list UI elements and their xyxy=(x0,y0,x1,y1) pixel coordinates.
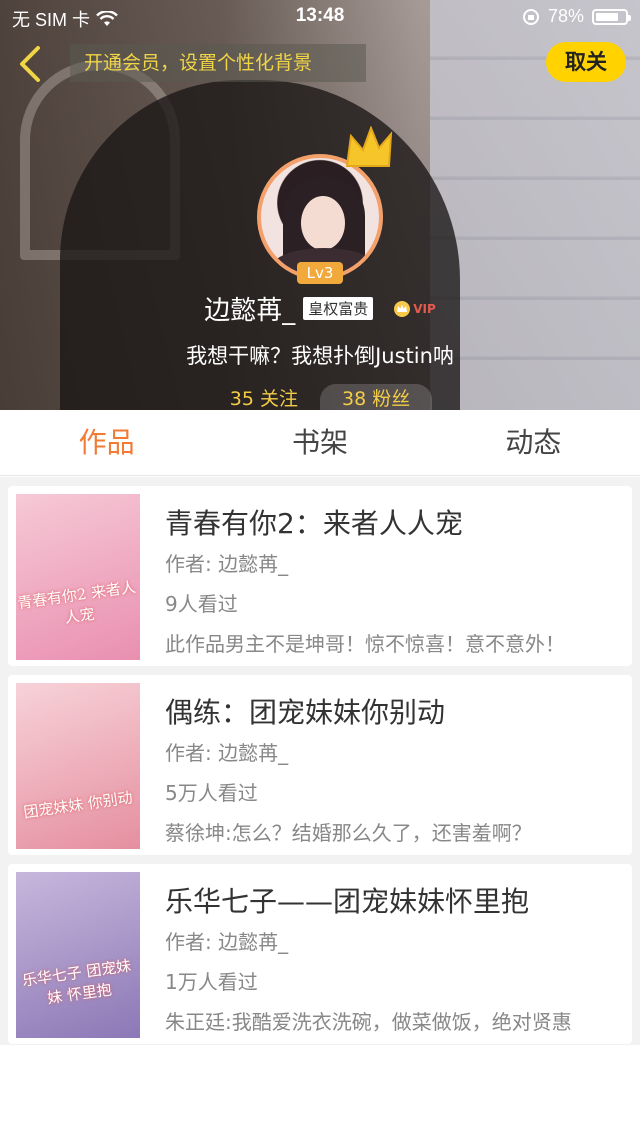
cover-text: 青春有你2 来者人人宠 xyxy=(16,577,137,627)
following-count[interactable]: 35 关注 xyxy=(208,384,320,410)
book-cover[interactable]: 乐华七子 团宠妹妹 怀里抱 xyxy=(16,872,140,1038)
book-title: 偶练：团宠妹妹你别动 xyxy=(165,696,446,729)
book-title: 乐华七子——团宠妹妹怀里抱 xyxy=(165,885,530,918)
chevron-left-icon xyxy=(20,46,40,82)
bottom-spacer xyxy=(0,1045,640,1138)
avatar-face xyxy=(301,196,345,250)
status-bar: 无 SIM 卡 13:48 78% xyxy=(0,0,640,34)
status-right: 78% xyxy=(522,6,631,27)
vip-background-banner[interactable]: 开通会员，设置个性化背景 xyxy=(70,44,366,82)
followers-count[interactable]: 38 粉丝 xyxy=(320,384,433,410)
tab-works[interactable]: 作品 xyxy=(0,410,213,475)
name-row: 边懿苒_ 皇权富贵 VIP xyxy=(0,290,640,327)
list-item[interactable]: 青春有你2 来者人人宠 青春有你2：来者人人宠 作者: 边懿苒_ 9人看过 此作… xyxy=(8,486,632,666)
profile-tabs: 作品 书架 动态 xyxy=(0,410,640,476)
list-item[interactable]: 团宠妹妹 你别动 偶练：团宠妹妹你别动 作者: 边懿苒_ 5万人看过 蔡徐坤:怎… xyxy=(8,675,632,855)
book-author: 作者: 边懿苒_ xyxy=(165,930,289,954)
battery-percent: 78% xyxy=(547,6,584,26)
book-title: 青春有你2：来者人人宠 xyxy=(165,507,463,540)
back-button[interactable] xyxy=(14,44,48,84)
level-badge: Lv3 xyxy=(297,262,343,284)
profile-header: 无 SIM 卡 13:48 78% 开通会员，设置个性化背景 取关 Lv3 边懿… xyxy=(0,0,640,410)
book-cover[interactable]: 团宠妹妹 你别动 xyxy=(16,683,140,849)
book-author: 作者: 边懿苒_ xyxy=(165,741,289,765)
book-cover[interactable]: 青春有你2 来者人人宠 xyxy=(16,494,140,660)
title-tag: 皇权富贵 xyxy=(303,297,374,320)
book-desc: 此作品男主不是坤哥！惊不惊喜！意不意外！ xyxy=(165,632,565,656)
tab-activity[interactable]: 动态 xyxy=(427,410,640,475)
book-desc: 朱正廷:我酷爱洗衣洗碗，做菜做饭，绝对贤惠 xyxy=(165,1010,572,1034)
signature: 我想干嘛？我想扑倒Justin呐 xyxy=(186,344,454,368)
book-views: 9人看过 xyxy=(165,592,238,616)
username: 边懿苒_ xyxy=(204,296,296,326)
book-author: 作者: 边懿苒_ xyxy=(165,552,289,576)
tab-bookshelf[interactable]: 书架 xyxy=(213,410,426,475)
book-views: 5万人看过 xyxy=(165,781,258,805)
book-views: 1万人看过 xyxy=(165,970,258,994)
vip-label: VIP xyxy=(413,301,436,316)
works-list: 青春有你2 来者人人宠 青春有你2：来者人人宠 作者: 边懿苒_ 9人看过 此作… xyxy=(0,477,640,1138)
cover-text: 乐华七子 团宠妹妹 怀里抱 xyxy=(20,956,133,1008)
battery-fill xyxy=(596,12,618,21)
crown-icon xyxy=(345,126,393,167)
vip-badge: VIP xyxy=(393,300,436,318)
orientation-lock-icon xyxy=(522,8,539,25)
unfollow-button[interactable]: 取关 xyxy=(546,42,626,82)
list-item[interactable]: 乐华七子 团宠妹妹 怀里抱 乐华七子——团宠妹妹怀里抱 作者: 边懿苒_ 1万人… xyxy=(8,864,632,1044)
stats-row: 35 关注 38 粉丝 xyxy=(0,384,640,410)
cover-text: 团宠妹妹 你别动 xyxy=(22,788,134,822)
book-desc: 蔡徐坤:怎么？结婚那么久了，还害羞啊？ xyxy=(165,821,532,845)
battery-icon xyxy=(592,8,631,25)
vip-crown-icon xyxy=(394,300,411,317)
